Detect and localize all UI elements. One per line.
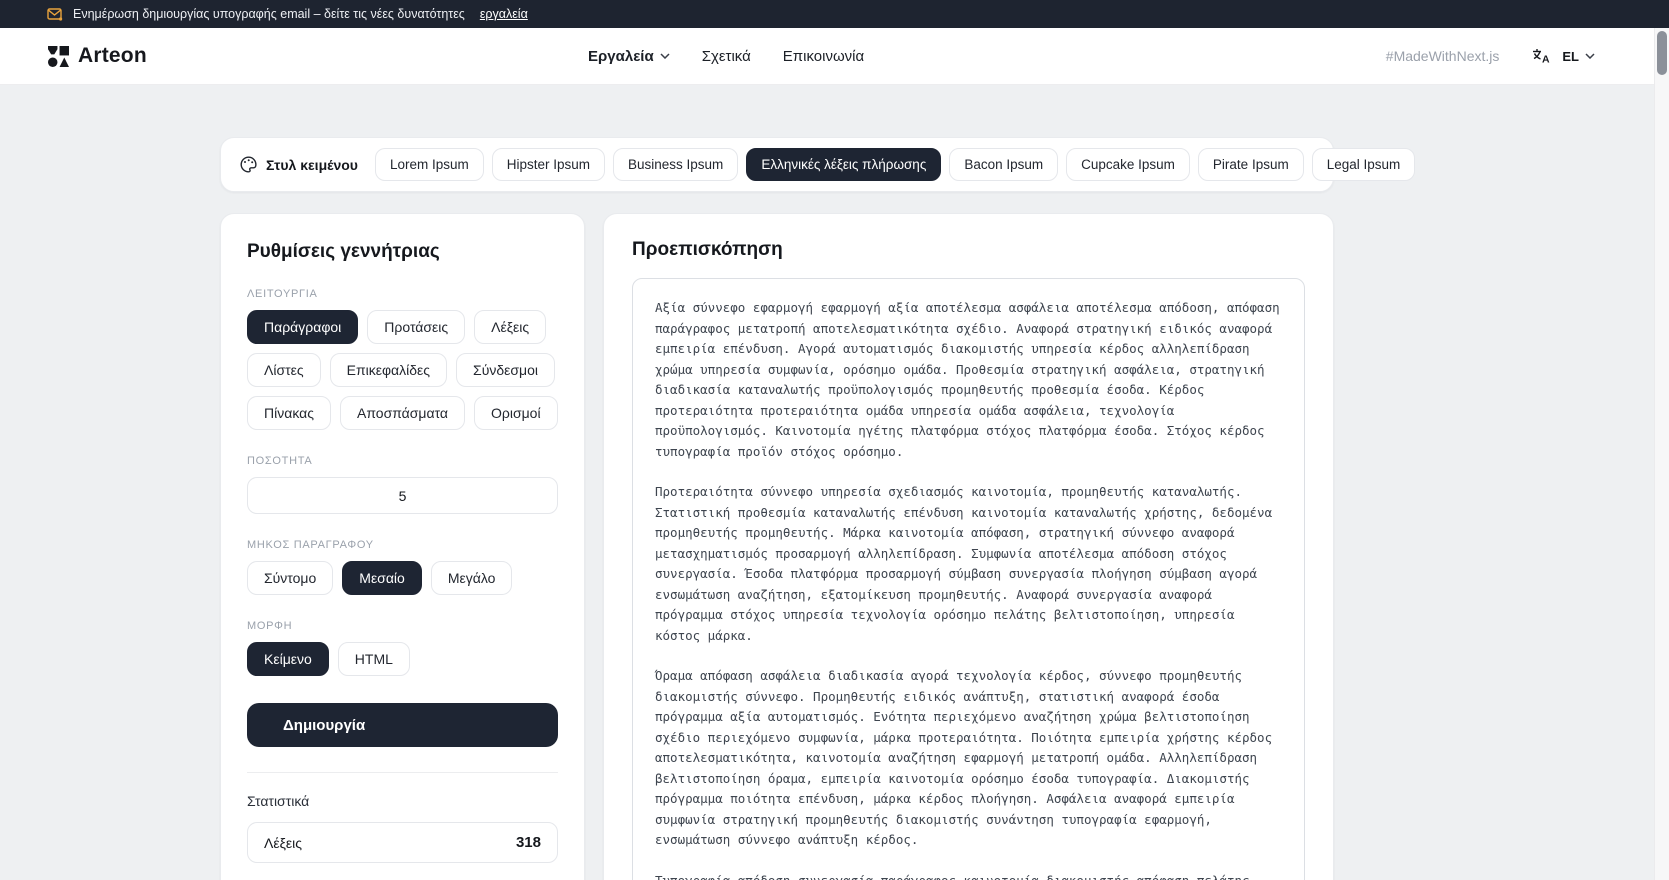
format-html-button[interactable]: HTML	[337, 642, 410, 676]
language-selector[interactable]: EL	[1562, 49, 1595, 64]
mode-headings-button[interactable]: Επικεφαλίδες	[329, 353, 448, 387]
preview-panel: Προεπισκόπηση Αξία σύννεφο εφαρμογή εφαρ…	[603, 213, 1334, 880]
preview-title: Προεπισκόπηση	[632, 239, 783, 260]
made-with-badge: #MadeWithNext.js	[1385, 48, 1500, 64]
banner-text: Ενημέρωση δημιουργίας υπογραφής email – …	[73, 7, 465, 21]
tab-hipster-ipsum[interactable]: Hipster Ipsum	[491, 148, 606, 181]
mode-label: ΛΕΙΤΟΥΡΓΙΑ	[247, 288, 318, 300]
tab-cupcake-ipsum[interactable]: Cupcake Ipsum	[1066, 148, 1190, 181]
nav-item-about[interactable]: Σχετικά	[702, 48, 751, 65]
mode-links-button[interactable]: Σύνδεσμοι	[456, 353, 555, 387]
mode-words-button[interactable]: Λέξεις	[474, 310, 547, 344]
page-scrollbar[interactable]	[1654, 28, 1669, 880]
announcement-banner: Ενημέρωση δημιουργίας υπογραφής email – …	[0, 0, 1669, 28]
tab-legal-ipsum[interactable]: Legal Ipsum	[1311, 148, 1416, 181]
mode-lists-button[interactable]: Λίστες	[247, 353, 321, 387]
page-content: Στυλ κειμένου Lorem Ipsum Hipster Ipsum …	[220, 137, 1416, 880]
tab-business-ipsum[interactable]: Business Ipsum	[613, 148, 739, 181]
arteon-logo-icon	[48, 45, 69, 67]
preview-paragraph: Τυπογραφία απόδοση συνεργασία παράγραφος…	[655, 872, 1250, 880]
preview-paragraph: Προτεραιότητα σύννεφο υπηρεσία σχεδιασμό…	[655, 484, 1273, 643]
tab-bacon-ipsum[interactable]: Bacon Ipsum	[949, 148, 1059, 181]
length-medium-button[interactable]: Μεσαίο	[342, 561, 422, 595]
stats-title: Στατιστικά	[247, 793, 310, 809]
chevron-down-icon	[1585, 53, 1595, 59]
brand-logo[interactable]: Arteon	[48, 44, 147, 68]
generator-settings-panel: Ρυθμίσεις γεννήτριας ΛΕΙΤΟΥΡΓΙΑ Παράγραφ…	[220, 213, 585, 880]
generate-button[interactable]: Δημιουργία	[247, 703, 558, 747]
style-bar-label: Στυλ κειμένου	[240, 156, 358, 173]
length-long-button[interactable]: Μεγάλο	[430, 561, 513, 595]
tab-greek-filler-words[interactable]: Ελληνικές λέξεις πλήρωσης	[746, 148, 942, 181]
svg-text:A: A	[1542, 54, 1550, 65]
text-style-bar: Στυλ κειμένου Lorem Ipsum Hipster Ipsum …	[220, 137, 1416, 192]
quantity-input[interactable]	[247, 477, 558, 514]
preview-paragraph: Όραμα απόφαση ασφάλεια διαδικασία αγορά …	[655, 668, 1273, 847]
stat-row-words: Λέξεις 318	[247, 822, 558, 863]
tab-pirate-ipsum[interactable]: Pirate Ipsum	[1197, 148, 1304, 181]
mode-table-button[interactable]: Πίνακας	[247, 396, 331, 430]
paragraph-length-label: ΜΗΚΟΣ ΠΑΡΑΓΡΑΦΟΥ	[247, 539, 374, 551]
email-icon	[47, 7, 63, 21]
brand-name: Arteon	[78, 44, 147, 67]
mode-sentences-button[interactable]: Προτάσεις	[367, 310, 466, 344]
length-short-button[interactable]: Σύντομο	[247, 561, 334, 595]
banner-tools-link[interactable]: εργαλεία	[480, 7, 528, 21]
preview-paragraph: Αξία σύννεφο εφαρμογή εφαρμογή αξία αποτ…	[655, 300, 1280, 459]
chevron-down-icon	[660, 53, 670, 59]
settings-title: Ρυθμίσεις γεννήτριας	[247, 241, 440, 262]
format-text-button[interactable]: Κείμενο	[247, 642, 329, 676]
nav-item-tools[interactable]: Εργαλεία	[588, 48, 670, 65]
preview-output[interactable]: Αξία σύννεφο εφαρμογή εφαρμογή αξία αποτ…	[632, 278, 1305, 880]
translate-icon: A	[1532, 48, 1551, 64]
nav-item-contact[interactable]: Επικοινωνία	[783, 48, 864, 65]
settings-divider	[247, 772, 558, 773]
stat-label: Λέξεις	[264, 834, 302, 851]
paragraph-length-options: Σύντομο Μεσαίο Μεγάλο	[247, 561, 567, 595]
main-nav: Εργαλεία Σχετικά Επικοινωνία	[588, 48, 864, 65]
mode-quotes-button[interactable]: Αποσπάσματα	[339, 396, 465, 430]
format-label: ΜΟΡΦΗ	[247, 620, 293, 632]
scrollbar-thumb[interactable]	[1657, 31, 1667, 75]
quantity-label: ΠΟΣΟΤΗΤΑ	[247, 455, 313, 467]
header-right: #MadeWithNext.js A EL	[1386, 48, 1595, 64]
mode-definitions-button[interactable]: Ορισμοί	[474, 396, 558, 430]
mode-paragraphs-button[interactable]: Παράγραφοι	[247, 310, 359, 344]
format-options: Κείμενο HTML	[247, 642, 567, 676]
palette-icon	[240, 156, 257, 173]
header: Arteon Εργαλεία Σχετικά Επικοινωνία #Mad…	[0, 28, 1669, 85]
tab-lorem-ipsum[interactable]: Lorem Ipsum	[374, 148, 484, 181]
stat-value: 318	[515, 834, 541, 851]
mode-options: Παράγραφοι Προτάσεις Λέξεις Λίστες Επικε…	[247, 310, 567, 430]
